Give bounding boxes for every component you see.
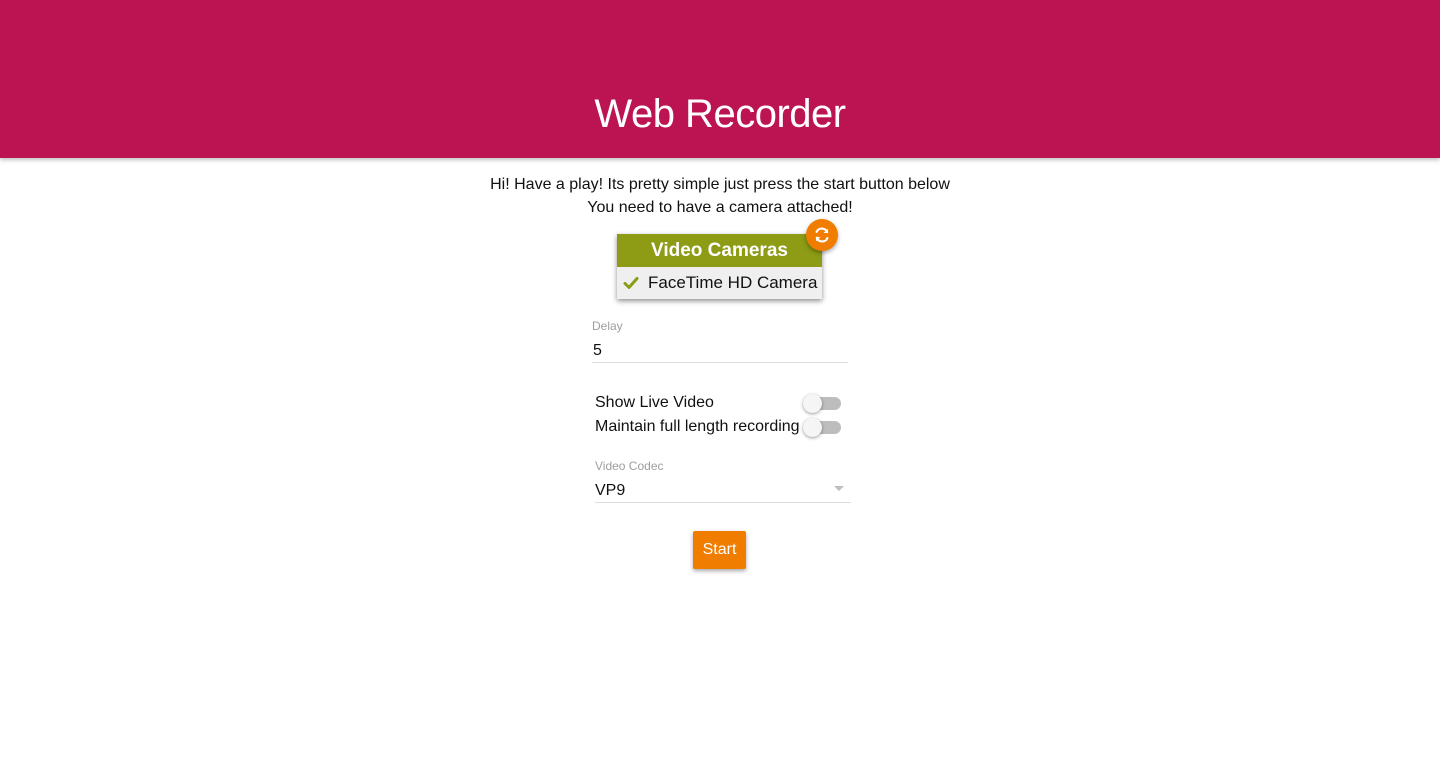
intro-line-2: You need to have a camera attached! [587, 199, 853, 216]
intro-line-1: Hi! Have a play! Its pretty simple just … [490, 176, 950, 193]
show-live-video-toggle[interactable] [803, 394, 841, 413]
check-icon [623, 277, 639, 289]
camera-list-item[interactable]: FaceTime HD Camera [617, 267, 822, 299]
toggle-thumb[interactable] [803, 394, 822, 413]
maintain-full-length-label: Maintain full length recording [595, 418, 800, 435]
video-cameras-card: Video Cameras FaceTime HD Camera [617, 234, 822, 299]
show-live-video-label: Show Live Video [595, 394, 714, 411]
intro-text: Hi! Have a play! Its pretty simple just … [0, 173, 1440, 219]
chevron-down-icon[interactable] [834, 486, 844, 491]
start-button[interactable]: Start [693, 531, 746, 569]
video-cameras-title: Video Cameras [617, 234, 822, 267]
refresh-cameras-button[interactable] [806, 219, 838, 251]
refresh-icon [815, 227, 829, 243]
video-codec-select[interactable]: Video Codec VP9 [595, 459, 851, 507]
show-live-video-row: Show Live Video [595, 392, 847, 414]
delay-input[interactable]: 5 [592, 341, 848, 367]
delay-field[interactable]: Delay 5 [592, 319, 848, 367]
camera-item-label: FaceTime HD Camera [648, 273, 818, 292]
delay-underline [592, 362, 848, 363]
delay-label: Delay [592, 319, 623, 333]
video-codec-underline [595, 502, 851, 503]
toggle-thumb[interactable] [803, 418, 822, 437]
page-title: Web Recorder [594, 92, 846, 136]
video-codec-value[interactable]: VP9 [595, 481, 851, 507]
app-header: Web Recorder [0, 0, 1440, 158]
maintain-full-length-toggle[interactable] [803, 418, 841, 437]
video-codec-label: Video Codec [595, 459, 664, 473]
maintain-full-length-row: Maintain full length recording [595, 416, 847, 438]
